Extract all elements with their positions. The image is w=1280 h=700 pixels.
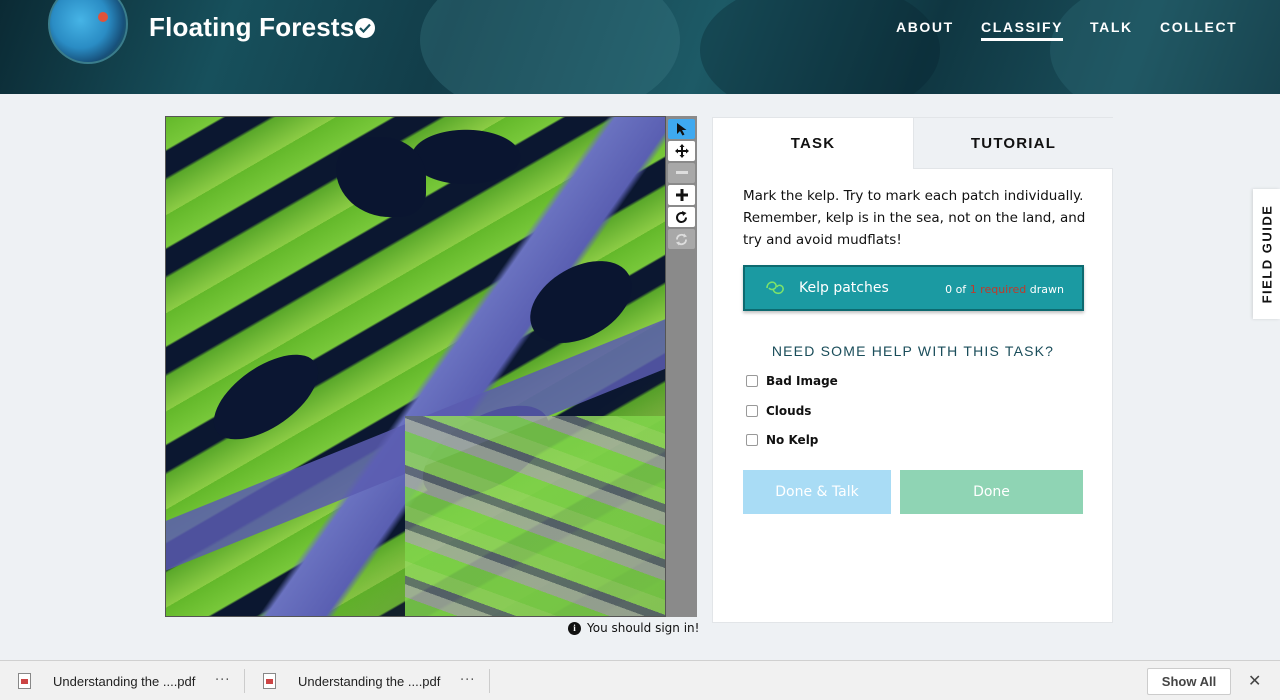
header-background [700, 0, 940, 94]
project-title[interactable]: Floating Forests [149, 12, 354, 43]
subject-image[interactable] [165, 116, 666, 617]
download-filename: Understanding the ....pdf [298, 673, 441, 689]
more-options-icon[interactable]: ··· [215, 673, 230, 688]
close-icon[interactable]: ✕ [1248, 671, 1261, 690]
show-all-button[interactable]: Show All [1147, 668, 1231, 695]
divider [244, 669, 245, 693]
download-filename: Understanding the ....pdf [53, 673, 196, 689]
polygon-tool-icon [766, 281, 784, 295]
tool-count: 0 of 1 required drawn [945, 283, 1064, 296]
project-header: Floating Forests ABOUT CLASSIFY TALK COL… [0, 0, 1280, 94]
header-background [420, 0, 680, 94]
nav-about[interactable]: ABOUT [896, 19, 954, 35]
task-panel: TASK TUTORIAL Mark the kelp. Try to mark… [712, 117, 1113, 623]
field-guide-label: FIELD GUIDE [1259, 204, 1274, 304]
nav-collect[interactable]: COLLECT [1160, 19, 1237, 35]
divider [489, 669, 490, 693]
pdf-file-icon [263, 673, 276, 689]
image-toolbar [666, 116, 697, 617]
done-button[interactable]: Done [900, 470, 1083, 514]
move-icon[interactable] [668, 141, 695, 161]
image-shadow [336, 137, 426, 217]
reset-icon[interactable] [668, 229, 695, 249]
tab-task[interactable]: TASK [713, 118, 913, 169]
image-fields [405, 416, 665, 616]
field-guide-tab[interactable]: FIELD GUIDE [1253, 189, 1280, 319]
verified-badge-icon [355, 18, 375, 38]
nav-classify[interactable]: CLASSIFY [981, 19, 1064, 41]
project-avatar[interactable] [48, 0, 128, 64]
zoom-out-icon[interactable] [668, 163, 695, 183]
pdf-file-icon [18, 673, 31, 689]
download-bar: Understanding the ....pdf ··· Understand… [0, 660, 1280, 700]
checkbox-clouds[interactable]: Clouds [746, 404, 811, 418]
zoom-in-icon[interactable] [668, 185, 695, 205]
kelp-patches-tool-button[interactable]: Kelp patches 0 of 1 required drawn [743, 265, 1084, 311]
checkbox-box[interactable] [746, 405, 758, 417]
header-background [1050, 0, 1280, 94]
tool-label: Kelp patches [799, 280, 889, 296]
checkbox-no-kelp[interactable]: No Kelp [746, 433, 818, 447]
more-options-icon[interactable]: ··· [460, 673, 475, 688]
task-instructions: Mark the kelp. Try to mark each patch in… [743, 188, 1086, 248]
tab-tutorial[interactable]: TUTORIAL [913, 118, 1113, 169]
rotate-icon[interactable] [668, 207, 695, 227]
sign-in-notice[interactable]: i You should sign in! [568, 621, 699, 635]
image-shadow [199, 338, 333, 456]
download-item[interactable]: Understanding the ....pdf [263, 661, 440, 700]
done-and-talk-button[interactable]: Done & Talk [743, 470, 891, 514]
download-item[interactable]: Understanding the ....pdf [18, 661, 195, 700]
help-title: NEED SOME HELP WITH THIS TASK? [771, 343, 1055, 359]
checkbox-box[interactable] [746, 375, 758, 387]
pointer-icon[interactable] [668, 119, 695, 139]
checkbox-box[interactable] [746, 434, 758, 446]
sign-in-text: You should sign in! [587, 621, 700, 635]
checkbox-bad-image[interactable]: Bad Image [746, 374, 838, 388]
info-icon: i [568, 621, 581, 635]
nav-talk[interactable]: TALK [1090, 19, 1133, 35]
